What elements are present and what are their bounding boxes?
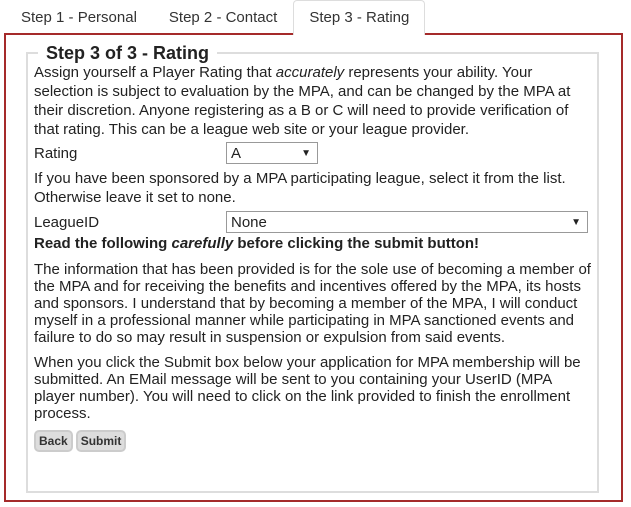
step-panel: Step 3 of 3 - Rating Assign yourself a P… (4, 33, 623, 502)
submit-note: When you click the Submit box below your… (34, 354, 581, 422)
intro-emphasis: accurately (275, 64, 345, 81)
warning-end: before clicking the submit button! (233, 235, 480, 252)
step-tabs: Step 1 - Personal Step 2 - Contact Step … (5, 0, 426, 35)
tab-step-2-contact[interactable]: Step 2 - Contact (153, 1, 293, 35)
rating-label: Rating (34, 144, 78, 162)
rating-select[interactable]: A ▼ (226, 142, 318, 164)
action-buttons: Back Submit (34, 430, 591, 452)
rating-fieldset: Step 3 of 3 - Rating Assign yourself a P… (26, 43, 599, 493)
chevron-down-icon: ▼ (571, 217, 581, 228)
back-button[interactable]: Back (34, 430, 73, 452)
chevron-down-icon: ▼ (301, 148, 311, 159)
rating-selected-value: A (231, 145, 242, 162)
tab-step-3-rating[interactable]: Step 3 - Rating (293, 0, 426, 35)
fieldset-legend: Step 3 of 3 - Rating (46, 43, 210, 63)
warning-text: Read the following carefully before clic… (34, 234, 591, 253)
intro-text: Assign yourself a Player Rating that acc… (34, 63, 591, 139)
tab-step-1-personal[interactable]: Step 1 - Personal (5, 1, 153, 35)
warning-start: Read the following (34, 235, 172, 252)
intro-text-start: Assign yourself a Player Rating that (34, 64, 276, 81)
league-note: If you have been sponsored by a MPA part… (34, 170, 566, 206)
rating-row: Rating A ▼ (34, 141, 591, 165)
warning-emphasis: carefully (171, 235, 234, 252)
league-select[interactable]: None ▼ (226, 211, 588, 233)
league-label: LeagueID (34, 213, 100, 231)
submit-button[interactable]: Submit (75, 430, 127, 452)
league-row: LeagueID None ▼ (34, 210, 591, 234)
league-selected-value: None (231, 214, 267, 231)
terms-text: The information that has been provided i… (34, 261, 591, 346)
